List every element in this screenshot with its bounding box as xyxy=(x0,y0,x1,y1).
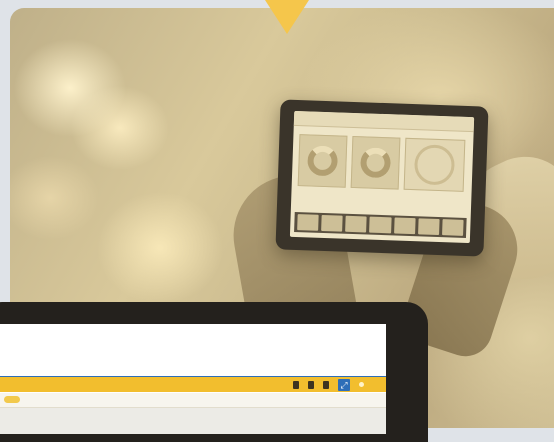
photo-tablet-screen xyxy=(289,110,475,244)
tablet-button xyxy=(345,215,368,233)
bookmark-icon[interactable] xyxy=(308,380,314,389)
tablet-button xyxy=(321,214,343,232)
app-toolbar: ⤢ xyxy=(0,376,386,392)
gauge-ring xyxy=(413,144,456,186)
tablet-button xyxy=(393,217,416,235)
gauge-ring xyxy=(360,147,392,179)
filter-pill[interactable] xyxy=(4,396,20,403)
bookmark-icon[interactable] xyxy=(293,380,299,389)
gauge-ring xyxy=(307,145,339,177)
expand-icon[interactable]: ⤢ xyxy=(338,378,350,391)
dot-icon[interactable] xyxy=(359,382,364,387)
photo-tablet-button-bar xyxy=(294,211,467,238)
photo-tablet-gauges xyxy=(292,126,474,196)
photo-tablet xyxy=(275,99,489,257)
accent-triangle xyxy=(265,0,309,34)
tablet-button xyxy=(297,214,319,231)
gauge-tile xyxy=(297,134,348,188)
gauge-tile-large xyxy=(403,137,466,192)
tablet-button xyxy=(417,218,440,236)
tablet-button xyxy=(441,219,464,236)
laptop-screen: ⤢ xyxy=(0,324,386,434)
tablet-button xyxy=(369,216,392,234)
app-content xyxy=(0,408,386,434)
laptop-mockup: ⤢ xyxy=(0,302,428,442)
person-icon[interactable] xyxy=(323,380,329,389)
gauge-tile xyxy=(350,135,401,190)
app-subbar xyxy=(0,393,386,408)
